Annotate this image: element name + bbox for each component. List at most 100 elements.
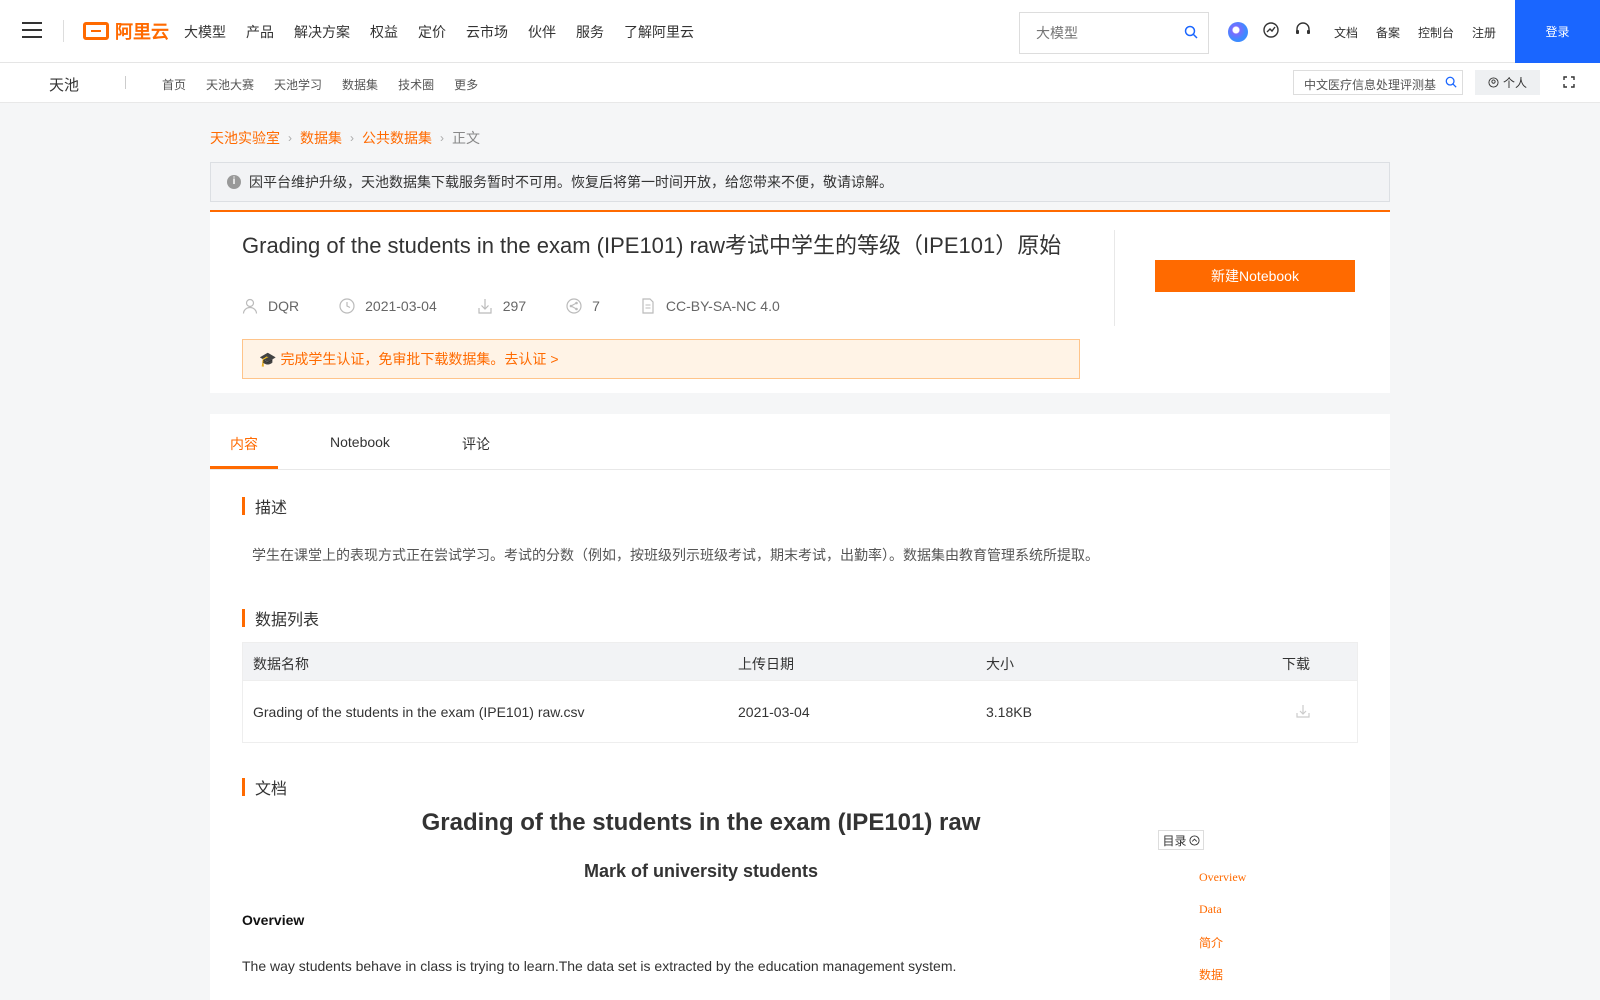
column-header: 上传日期 (738, 656, 794, 672)
publish-date: 2021-03-04 (365, 298, 437, 314)
info-icon: i (227, 175, 241, 189)
breadcrumb-lab[interactable]: 天池实验室 (210, 128, 280, 148)
login-button[interactable]: 登录 (1515, 0, 1600, 63)
subnav-more[interactable]: 更多 (454, 76, 478, 93)
description-text: 学生在课堂上的表现方式正在尝试学习。考试的分数（例如，按班级列示班级考试，期末考… (252, 547, 1099, 563)
menu-item-llm[interactable]: 大模型 (184, 22, 226, 42)
menu-icon[interactable] (22, 22, 42, 40)
menu-item-pricing[interactable]: 定价 (418, 22, 446, 42)
file-name: Grading of the students in the exam (IPE… (253, 704, 585, 720)
file-size: 3.18KB (986, 704, 1032, 720)
dataset-title: Grading of the students in the exam (IPE… (242, 233, 1062, 258)
table-row: Grading of the students in the exam (IPE… (243, 680, 1357, 742)
toc-item[interactable]: 数据 (1199, 966, 1319, 998)
register-link[interactable]: 注册 (1472, 24, 1496, 41)
share-count: 7 (592, 298, 600, 314)
toc-toggle-button[interactable]: 目录 (1158, 830, 1204, 850)
breadcrumb: 天池实验室 › 数据集 › 公共数据集 › 正文 (210, 128, 480, 148)
table-of-contents: 目录 Overview Data 简介 数据 (1158, 830, 1246, 982)
section-title: 描述 (255, 500, 288, 517)
top-search-input[interactable] (1020, 13, 1170, 53)
menu-item-marketplace[interactable]: 云市场 (466, 22, 508, 42)
tab-notebook[interactable]: Notebook (330, 434, 390, 450)
maintenance-notice: i 因平台维护升级，天池数据集下载服务暂时不可用。恢复后将第一时间开放，给您带来… (210, 162, 1390, 202)
download-icon[interactable] (1296, 704, 1310, 721)
active-tab-indicator (210, 466, 278, 469)
column-header: 大小 (986, 656, 1014, 672)
personal-button[interactable]: 个人 (1475, 70, 1540, 95)
section-title: 文档 (255, 781, 288, 798)
subnav-tech-circle[interactable]: 技术圈 (398, 76, 434, 93)
toc-item[interactable]: 简介 (1199, 934, 1319, 966)
top-icons (1228, 21, 1326, 42)
author-name: DQR (268, 298, 300, 314)
subnav-datasets[interactable]: 数据集 (342, 76, 378, 93)
personal-label: 个人 (1502, 76, 1527, 90)
logo-text: 阿里云 (115, 22, 169, 42)
expand-icon[interactable] (1563, 75, 1575, 91)
menu-item-services[interactable]: 服务 (576, 22, 604, 42)
column-header: 数据名称 (253, 656, 309, 672)
tianchi-brand[interactable]: 天池 (49, 74, 79, 95)
column-header: 下载 (1282, 656, 1310, 672)
upload-date: 2021-03-04 (738, 704, 810, 720)
chevron-right-icon: › (350, 131, 354, 145)
menu-item-about[interactable]: 了解阿里云 (624, 22, 694, 42)
subnav-search-value: 中文医疗信息处理评测基 (1304, 78, 1437, 92)
license-icon (642, 298, 654, 314)
student-cert-banner[interactable]: 🎓 完成学生认证，免审批下载数据集。去认证 > (242, 339, 1080, 379)
user-icon (242, 298, 258, 314)
download-count: 297 (502, 298, 527, 314)
menu-item-partners[interactable]: 伙伴 (528, 22, 556, 42)
content-tabs: 内容 Notebook 评论 (210, 414, 1390, 470)
dashboard-icon[interactable] (1262, 21, 1280, 42)
data-table: 数据名称 上传日期 大小 下载 Grading of the students … (242, 642, 1358, 743)
breadcrumb-public-datasets[interactable]: 公共数据集 (362, 128, 432, 148)
divider (63, 20, 64, 42)
toc-item[interactable]: Overview (1199, 870, 1319, 902)
subnav-learning[interactable]: 天池学习 (274, 76, 322, 93)
doc-paragraph: The way students behave in class is tryi… (242, 958, 957, 974)
subnav-competitions[interactable]: 天池大赛 (206, 76, 254, 93)
filing-link[interactable]: 备案 (1376, 24, 1400, 41)
top-links: 文档 备案 控制台 注册 (1334, 24, 1514, 41)
aliyun-logo[interactable]: 阿里云 (83, 20, 169, 42)
menu-item-products[interactable]: 产品 (246, 22, 274, 42)
license: CC-BY-SA-NC 4.0 (665, 298, 780, 314)
ai-assistant-icon[interactable] (1228, 21, 1248, 42)
toc-label: 目录 (1162, 833, 1187, 848)
graduation-cap-icon: 🎓 (259, 350, 277, 367)
doc-title: Grading of the students in the exam (IPE… (421, 809, 981, 836)
tab-comments[interactable]: 评论 (462, 434, 490, 454)
search-icon[interactable] (1184, 25, 1198, 42)
new-notebook-button[interactable]: 新建Notebook (1155, 260, 1355, 292)
subnav-home[interactable]: 首页 (162, 76, 186, 93)
support-icon[interactable] (1294, 21, 1312, 42)
doc-overview-heading: Overview (242, 912, 305, 928)
tab-content[interactable]: 内容 (230, 434, 258, 454)
console-link[interactable]: 控制台 (1418, 24, 1454, 41)
tianchi-menu: 首页 天池大赛 天池学习 数据集 技术圈 更多 (162, 76, 498, 93)
top-navbar: 阿里云 大模型 产品 解决方案 权益 定价 云市场 伙伴 服务 了解阿里云 文档… (0, 0, 1600, 63)
breadcrumb-datasets[interactable]: 数据集 (300, 128, 342, 148)
chevron-up-icon (1188, 834, 1200, 846)
description-heading: 描述 (242, 494, 287, 518)
dataset-meta: DQR 2021-03-04 297 7 CC-BY-SA-NC 4.0 (242, 298, 820, 314)
search-icon[interactable] (1445, 76, 1457, 91)
menu-item-benefits[interactable]: 权益 (370, 22, 398, 42)
chevron-right-icon: › (288, 131, 292, 145)
subnav-search-input[interactable]: 中文医疗信息处理评测基 (1293, 70, 1463, 95)
main-menu: 大模型 产品 解决方案 权益 定价 云市场 伙伴 服务 了解阿里云 (184, 22, 714, 42)
cert-link[interactable]: 完成学生认证，免审批下载数据集。去认证 > (280, 349, 558, 369)
docs-link[interactable]: 文档 (1334, 24, 1358, 41)
toc-items: Overview Data 简介 数据 (1199, 870, 1319, 998)
table-header: 数据名称 上传日期 大小 下载 (243, 643, 1357, 680)
divider (125, 76, 126, 89)
download-count-icon (478, 299, 492, 314)
section-title: 数据列表 (255, 612, 320, 629)
divider (1114, 230, 1115, 326)
menu-item-solutions[interactable]: 解决方案 (294, 22, 350, 42)
toc-item[interactable]: Data (1199, 902, 1319, 934)
top-search-box (1019, 12, 1209, 54)
notice-text: 因平台维护升级，天池数据集下载服务暂时不可用。恢复后将第一时间开放，给您带来不便… (249, 174, 893, 190)
